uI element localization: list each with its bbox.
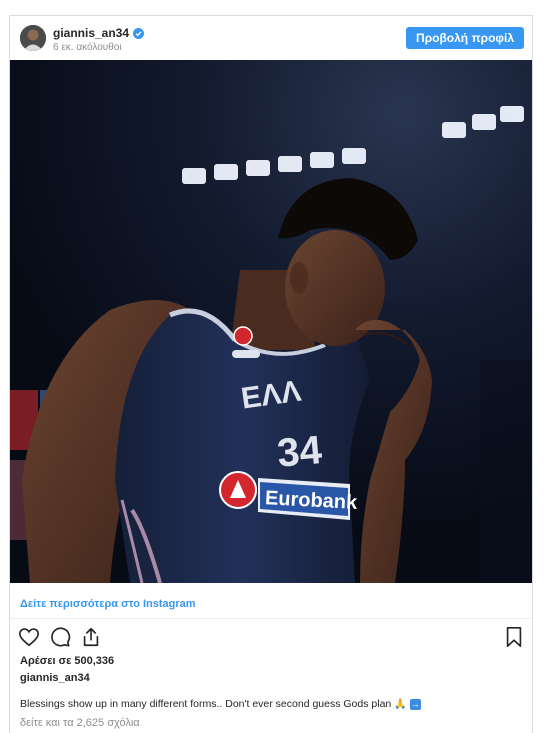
jersey-number: 34 bbox=[275, 428, 324, 476]
post-header: giannis_an34 6 εκ. ακόλουθοι Προβολή προ… bbox=[10, 16, 532, 60]
comment-icon[interactable] bbox=[49, 626, 71, 648]
caption-username[interactable]: giannis_an34 bbox=[20, 672, 90, 684]
verified-badge-icon bbox=[133, 27, 145, 39]
divider bbox=[10, 618, 532, 619]
avatar[interactable] bbox=[20, 25, 46, 51]
arrow-emoji-icon: → bbox=[409, 698, 421, 710]
see-more-on-instagram-link[interactable]: Δείτε περισσότερα στο Instagram bbox=[20, 598, 196, 610]
username[interactable]: giannis_an34 bbox=[53, 26, 129, 40]
follower-count: 6 εκ. ακόλουθοι bbox=[53, 42, 122, 53]
share-icon[interactable] bbox=[80, 626, 102, 648]
caption: Blessings show up in many different form… bbox=[20, 698, 421, 710]
action-bar bbox=[18, 626, 102, 648]
pray-emoji-icon: 🙏 bbox=[394, 698, 407, 710]
instagram-embed-card: giannis_an34 6 εκ. ακόλουθοι Προβολή προ… bbox=[9, 15, 533, 733]
view-all-comments-link[interactable]: δείτε και τα 2,625 σχόλια bbox=[20, 717, 140, 729]
caption-text: Blessings show up in many different form… bbox=[20, 698, 392, 710]
heart-icon[interactable] bbox=[18, 626, 40, 648]
post-photo[interactable]: ΕΛΛ 34 Eurobank bbox=[10, 60, 532, 583]
like-count[interactable]: Αρέσει σε 500,336 bbox=[20, 655, 114, 667]
username-row: giannis_an34 bbox=[53, 26, 145, 40]
view-profile-button[interactable]: Προβολή προφίλ bbox=[406, 27, 524, 49]
bookmark-icon[interactable] bbox=[504, 626, 524, 648]
